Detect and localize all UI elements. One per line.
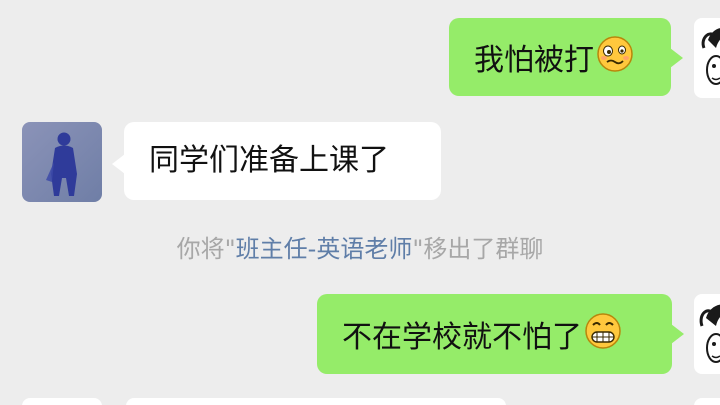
chat-area: 我怕被打 同学们准备上课了 你将"班主任-英语老师"移出了群聊 不在学校就不怕了: [0, 0, 720, 405]
removed-member-name[interactable]: 班主任-英语老师: [236, 235, 413, 263]
bubble-tail: [112, 154, 125, 174]
sketch-portrait-icon: [699, 304, 720, 363]
my-avatar[interactable]: [694, 294, 720, 374]
message-text: 我怕被打: [474, 43, 594, 78]
message-bubble-outgoing[interactable]: 不在学校就不怕了: [317, 294, 684, 374]
sketch-portrait-icon: [701, 28, 720, 85]
message-bubble-outgoing[interactable]: 我怕被打: [449, 18, 683, 96]
system-notice: 你将"班主任-英语老师"移出了群聊: [0, 233, 720, 265]
woozy-face-emoji-icon: [596, 35, 634, 84]
bubble-tail: [671, 324, 684, 344]
system-notice-prefix: 你将": [176, 235, 236, 263]
my-avatar[interactable]: [694, 18, 720, 98]
teacher-avatar[interactable]: [22, 122, 102, 202]
silhouette-photo-icon: [22, 122, 102, 202]
message-bubble-incoming[interactable]: 同学们准备上课了: [112, 122, 441, 200]
message-bubble-partial: [22, 398, 102, 405]
message-bubble-partial: [694, 398, 720, 405]
system-notice-suffix: "移出了群聊: [412, 235, 544, 263]
bubble-tail: [670, 48, 683, 68]
message-bubble-partial: [126, 398, 506, 405]
message-text: 不在学校就不怕了: [342, 320, 582, 355]
message-text: 同学们准备上课了: [149, 143, 389, 178]
grimacing-face-emoji-icon: [584, 312, 622, 361]
